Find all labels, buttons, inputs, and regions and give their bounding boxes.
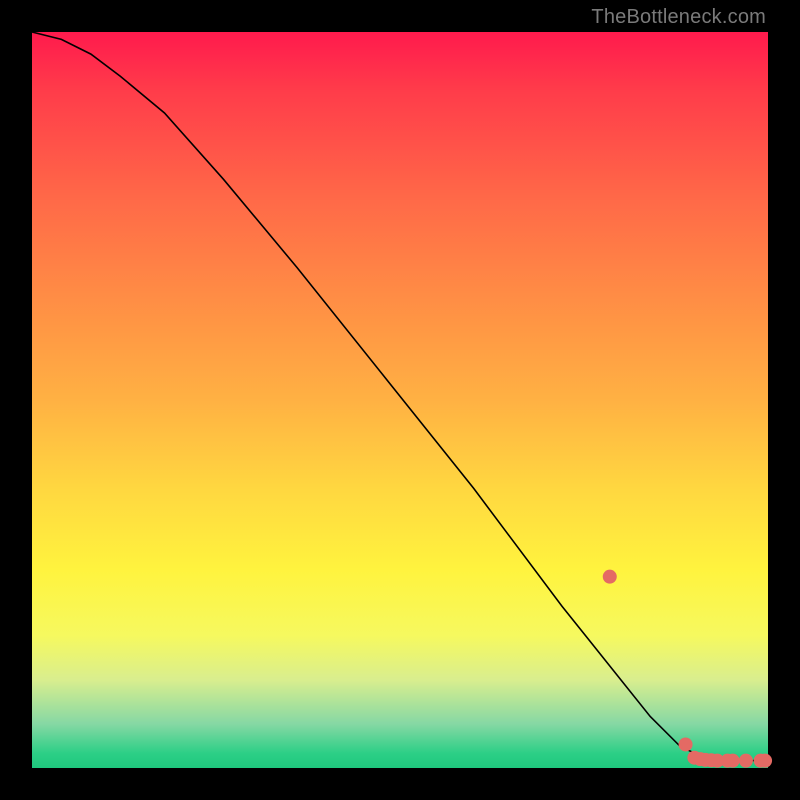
highlight-segment	[569, 525, 598, 562]
highlight-segments	[569, 525, 682, 735]
highlight-dot	[739, 754, 753, 768]
highlight-dot	[758, 754, 772, 768]
highlight-segment	[606, 584, 635, 621]
highlight-dot	[603, 570, 617, 584]
highlight-segment	[669, 709, 676, 720]
highlight-dot	[726, 754, 740, 768]
watermark-text: TheBottleneck.com	[591, 6, 766, 29]
curve-line	[32, 32, 768, 761]
chart-frame: TheBottleneck.com	[0, 0, 800, 800]
highlight-segment	[654, 676, 665, 694]
highlight-segment	[643, 650, 650, 657]
plot-area	[32, 32, 768, 768]
highlight-segment	[680, 731, 682, 735]
highlight-dot	[679, 737, 693, 751]
chart-svg	[32, 32, 768, 768]
highlight-dots	[603, 570, 772, 768]
